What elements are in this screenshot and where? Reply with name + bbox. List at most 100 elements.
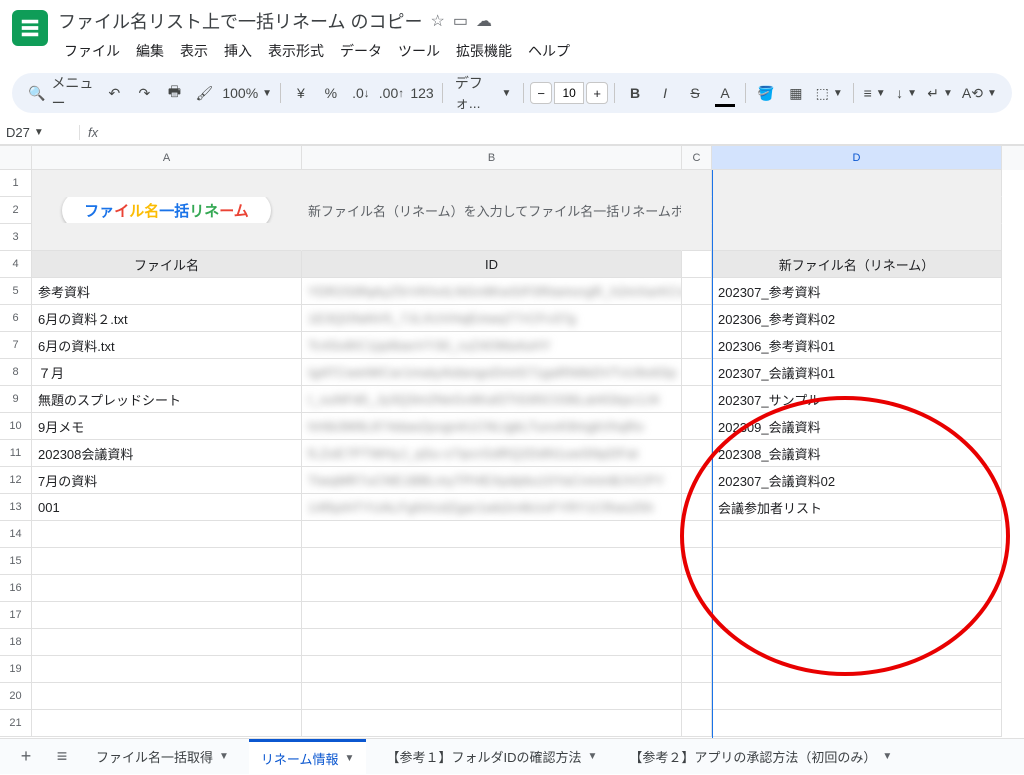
cell-filename[interactable]: 9月メモ (32, 413, 302, 440)
col-header-a[interactable]: A (32, 146, 302, 170)
cell-filename[interactable]: ７月 (32, 359, 302, 386)
doc-title[interactable]: ファイル名リスト上で一括リネーム のコピー (58, 8, 422, 34)
cell[interactable] (682, 197, 712, 224)
cell[interactable] (712, 683, 1002, 710)
cell[interactable] (712, 548, 1002, 575)
table-header-filename[interactable]: ファイル名 (32, 251, 302, 278)
cell[interactable] (682, 602, 712, 629)
cell[interactable] (712, 197, 1002, 224)
row-header[interactable]: 4 (0, 251, 32, 278)
cell[interactable] (682, 224, 712, 251)
cell[interactable] (32, 683, 302, 710)
text-wrap-button[interactable]: ↵▼ (923, 79, 956, 107)
cell[interactable] (32, 656, 302, 683)
cell-newname[interactable]: 202306_参考資料01 (712, 332, 1002, 359)
vertical-align-button[interactable]: ↓▼ (892, 79, 921, 107)
row-header[interactable]: 1 (0, 170, 32, 197)
cell[interactable] (712, 629, 1002, 656)
font-size-increase[interactable]: + (586, 82, 608, 104)
row-header[interactable]: 16 (0, 575, 32, 602)
font-dropdown[interactable]: デフォ...▼ (449, 79, 518, 107)
menu-edit[interactable]: 編集 (130, 37, 170, 65)
menu-extensions[interactable]: 拡張機能 (450, 37, 518, 65)
cell-filename[interactable]: 6月の資料.txt (32, 332, 302, 359)
app-logo[interactable] (12, 10, 48, 46)
cell[interactable] (302, 224, 682, 251)
cell[interactable] (682, 170, 712, 197)
cell[interactable] (682, 548, 712, 575)
cell[interactable] (32, 575, 302, 602)
row-header[interactable]: 18 (0, 629, 32, 656)
row-header[interactable]: 11 (0, 440, 32, 467)
cell[interactable] (302, 656, 682, 683)
cell-filename[interactable]: 無題のスプレッドシート (32, 386, 302, 413)
cell[interactable] (302, 521, 682, 548)
row-header[interactable]: 2 (0, 197, 32, 224)
cell-id[interactable]: YDR2S9fqAyZ5rVKhvtLNGn9KwSIF0RtamorgR_h2… (302, 278, 682, 305)
cell[interactable] (682, 386, 712, 413)
cell-id[interactable]: 1E3QOfaNV5_7JLXUVHqEmwqT7rCFv37g (302, 305, 682, 332)
cell[interactable] (712, 656, 1002, 683)
row-header[interactable]: 20 (0, 683, 32, 710)
cell[interactable] (682, 332, 712, 359)
star-icon[interactable]: ☆ (430, 11, 444, 31)
cell-filename[interactable]: 7月の資料 (32, 467, 302, 494)
menu-file[interactable]: ファイル (58, 37, 126, 65)
cell[interactable]: 新ファイル名（リネーム）を入力してファイル名一括リネームボタンを押してください。 (302, 197, 682, 224)
redo-button[interactable]: ↷ (130, 79, 158, 107)
cell[interactable] (682, 710, 712, 737)
cell[interactable] (682, 467, 712, 494)
cell[interactable] (32, 548, 302, 575)
cell[interactable] (682, 575, 712, 602)
menu-tools[interactable]: ツール (392, 37, 446, 65)
all-sheets-button[interactable]: ≡ (48, 743, 76, 771)
cell-id[interactable]: I_xuNFd0_Jy3Q3m2NeGv6Kaf2TiG95C036Lat4Gk… (302, 386, 682, 413)
cell[interactable] (302, 170, 682, 197)
row-header[interactable]: 19 (0, 656, 32, 683)
col-header-d[interactable]: D (712, 146, 1002, 170)
cell-id[interactable]: Tc4Sx8IC1jq4bavVY30_ruZ4OMa4uHY (302, 332, 682, 359)
table-header-id[interactable]: ID (302, 251, 682, 278)
row-header[interactable]: 14 (0, 521, 32, 548)
strikethrough-button[interactable]: S (681, 79, 709, 107)
cell[interactable] (682, 656, 712, 683)
cell[interactable] (302, 710, 682, 737)
col-header-c[interactable]: C (682, 146, 712, 170)
cell[interactable] (302, 575, 682, 602)
row-header[interactable]: 5 (0, 278, 32, 305)
print-button[interactable]: 🖶 (160, 79, 188, 107)
font-size-input[interactable] (554, 82, 584, 104)
cell-newname[interactable]: 202306_参考資料02 (712, 305, 1002, 332)
sheet-tab[interactable]: 【参考１】フォルダIDの確認方法▼ (374, 739, 609, 775)
more-formats-button[interactable]: 123 (408, 79, 436, 107)
cell[interactable] (712, 224, 1002, 251)
cell[interactable] (302, 683, 682, 710)
add-sheet-button[interactable]: + (12, 743, 40, 771)
cell-newname[interactable]: 202309_会議資料 (712, 413, 1002, 440)
cell[interactable] (302, 548, 682, 575)
col-header-b[interactable]: B (302, 146, 682, 170)
zoom-dropdown[interactable]: 100%▼ (220, 79, 274, 107)
row-header[interactable]: 7 (0, 332, 32, 359)
row-header[interactable]: 8 (0, 359, 32, 386)
cell[interactable] (682, 494, 712, 521)
borders-button[interactable]: ▦ (782, 79, 810, 107)
cell[interactable] (302, 602, 682, 629)
font-size-decrease[interactable]: − (530, 82, 552, 104)
row-header[interactable]: 15 (0, 548, 32, 575)
increase-decimal-button[interactable]: .00↑ (377, 79, 406, 107)
menu-view[interactable]: 表示 (174, 37, 214, 65)
cell-newname[interactable]: 202307_サンプル (712, 386, 1002, 413)
cell[interactable] (682, 629, 712, 656)
decrease-decimal-button[interactable]: .0↓ (347, 79, 375, 107)
row-header[interactable]: 10 (0, 413, 32, 440)
cell[interactable] (32, 602, 302, 629)
cell-newname[interactable]: 会議参加者リスト (712, 494, 1002, 521)
cloud-icon[interactable]: ☁ (476, 11, 492, 31)
cell[interactable] (682, 683, 712, 710)
menu-format[interactable]: 表示形式 (262, 37, 330, 65)
cell[interactable]: ファイル名一括リネーム (32, 197, 302, 224)
search-menus[interactable]: 🔍 メニュー (24, 79, 98, 107)
cell-filename[interactable]: 001 (32, 494, 302, 521)
cell[interactable] (302, 629, 682, 656)
